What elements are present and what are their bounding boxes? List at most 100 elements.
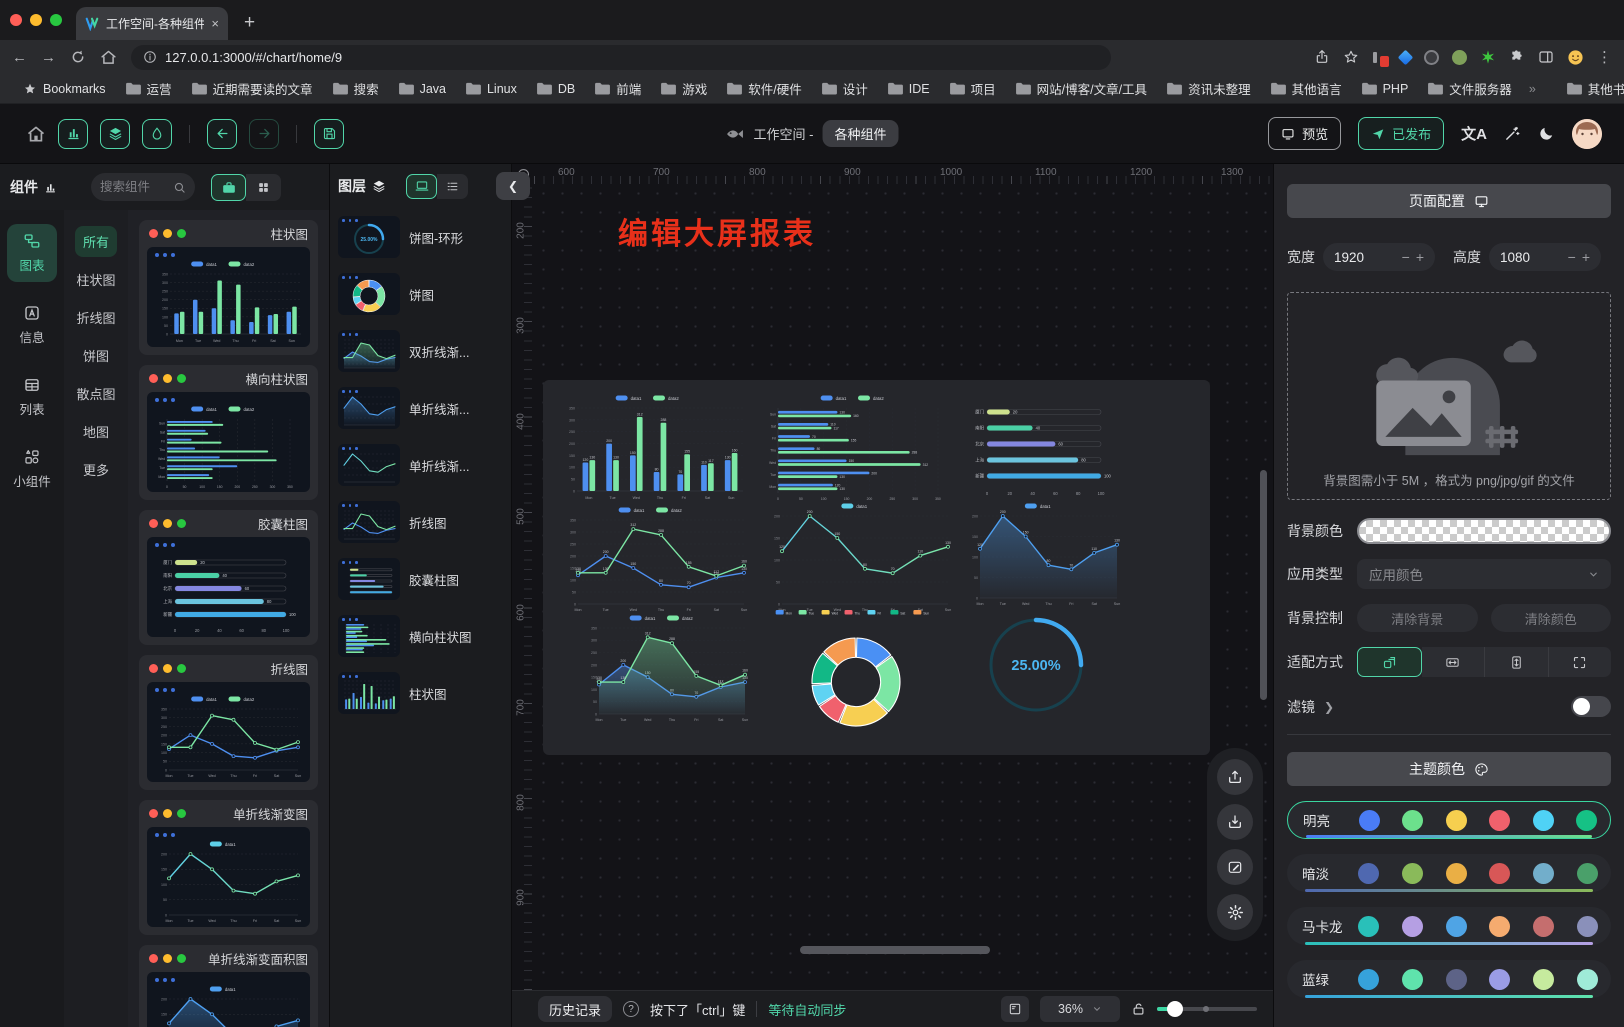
new-tab-button[interactable]: +: [244, 12, 255, 34]
theme-row-dim[interactable]: 暗淡: [1287, 854, 1611, 892]
window-close-button[interactable]: [10, 14, 22, 26]
site-info-icon[interactable]: [143, 50, 157, 64]
slider-knob[interactable]: [1167, 1001, 1183, 1017]
layer-item-double-line-area[interactable]: 双折线渐...: [338, 330, 503, 372]
user-avatar[interactable]: [1572, 119, 1602, 149]
bookmark-folder[interactable]: 软件/硬件: [718, 76, 810, 101]
theme-row-bright[interactable]: 明亮: [1287, 801, 1611, 839]
component-card-capsule[interactable]: 胶囊柱图 厦门20南阳40北京60上海80新疆100020406080100: [139, 510, 318, 645]
theme-color-header[interactable]: 主题颜色: [1287, 752, 1611, 786]
height-input[interactable]: − +: [1489, 243, 1601, 271]
collapse-panel-button[interactable]: ❮: [496, 172, 530, 200]
extension-green-icon[interactable]: [1452, 50, 1467, 65]
tab-info[interactable]: 信息: [7, 296, 57, 354]
bookmark-folder[interactable]: 游戏: [652, 76, 716, 101]
profile-avatar-icon[interactable]: [1567, 49, 1584, 66]
extension-kite-icon[interactable]: [1398, 49, 1414, 65]
bookmark-folder[interactable]: 运营: [117, 76, 181, 101]
clear-color-button[interactable]: 清除颜色: [1491, 604, 1612, 632]
help-icon[interactable]: ?: [623, 1001, 639, 1017]
back-button[interactable]: ←: [12, 50, 27, 65]
increment-button[interactable]: +: [1582, 249, 1590, 265]
sidebar-icon[interactable]: [1538, 49, 1554, 65]
extension-star-icon[interactable]: [1480, 49, 1496, 65]
layer-item-pie[interactable]: 饼图: [338, 273, 503, 315]
browser-menu-icon[interactable]: ⋮: [1597, 50, 1612, 65]
category-line[interactable]: 折线图: [68, 302, 123, 333]
share-icon[interactable]: [1314, 49, 1330, 65]
layer-item-line[interactable]: 折线图: [338, 501, 503, 543]
extensions-puzzle-icon[interactable]: [1509, 49, 1525, 65]
fit-scale-button[interactable]: [1357, 647, 1422, 677]
clear-background-button[interactable]: 清除背景: [1357, 604, 1478, 632]
theme-row-bluegreen[interactable]: 蓝绿: [1287, 960, 1611, 998]
widget-bar-chart[interactable]: data1data2050100150200250300350MonTueWed…: [558, 392, 748, 502]
edit-button[interactable]: [1217, 849, 1253, 885]
layer-item-ring[interactable]: 25.00%饼图-环形: [338, 216, 503, 258]
publish-button[interactable]: 已发布: [1358, 117, 1444, 150]
component-card-bar[interactable]: 柱状图 data1data2050100150200250300350MonTu…: [139, 220, 318, 355]
bookmark-folder[interactable]: PHP: [1353, 79, 1418, 99]
layer-item-single-line-gradient[interactable]: 单折线渐...: [338, 444, 503, 486]
app-type-dropdown[interactable]: 应用颜色: [1357, 559, 1611, 589]
widget-line-chart[interactable]: data1data2050100150200250300350MonTueWed…: [560, 504, 752, 614]
component-card-hbar[interactable]: 横向柱状图 data1data2050100150200250300350Mon…: [139, 365, 318, 500]
layer-view-thumbnail-button[interactable]: [406, 174, 437, 199]
category-scatter[interactable]: 散点图: [68, 378, 123, 409]
fit-width-button[interactable]: [1422, 647, 1486, 677]
widget-capsule-chart[interactable]: 厦门20南阳40北京60上海80新疆100020406080100: [963, 396, 1121, 498]
bookmark-folder[interactable]: Java: [390, 79, 455, 99]
magic-wand-icon[interactable]: [1504, 125, 1521, 142]
bookmark-star-icon[interactable]: [1343, 49, 1359, 65]
width-value[interactable]: [1334, 250, 1380, 265]
bookmark-folder[interactable]: Linux: [457, 79, 526, 99]
window-minimize-button[interactable]: [30, 14, 42, 26]
decrement-button[interactable]: −: [1568, 249, 1576, 265]
dark-mode-moon-icon[interactable]: [1538, 125, 1555, 142]
theme-row-macaron[interactable]: 马卡龙: [1287, 907, 1611, 945]
category-all[interactable]: 所有: [75, 226, 117, 257]
settings-button[interactable]: [1217, 894, 1253, 930]
component-view-toolbox-button[interactable]: [211, 174, 246, 201]
increment-button[interactable]: +: [1416, 249, 1424, 265]
undo-button[interactable]: [207, 119, 237, 149]
component-card-line-area[interactable]: 单折线渐变面积图 data1050100150200MonTueWedThuFr…: [139, 945, 318, 1027]
bookmark-folder[interactable]: 设计: [813, 76, 877, 101]
category-map[interactable]: 地图: [75, 416, 117, 447]
other-bookmarks[interactable]: 其他书签: [1558, 76, 1624, 101]
widget-area-chart[interactable]: data1data2050100150200250300350MonTueWed…: [581, 612, 753, 724]
export-button[interactable]: [1217, 759, 1253, 795]
category-pie[interactable]: 饼图: [75, 340, 117, 371]
tab-charts[interactable]: 图表: [7, 224, 57, 282]
fit-stretch-button[interactable]: [1549, 647, 1612, 677]
home-button[interactable]: [100, 49, 117, 66]
layer-item-hbar[interactable]: 横向柱状图: [338, 615, 503, 657]
dashboard-title-text[interactable]: 编辑大屏报表: [618, 209, 816, 253]
layout-panel-button[interactable]: [1001, 996, 1029, 1022]
extension-circle-icon[interactable]: [1424, 50, 1439, 65]
bookmarks-overflow-button[interactable]: »: [1523, 82, 1542, 96]
bookmark-folder[interactable]: 近期需要读的文章: [183, 76, 322, 101]
layer-item-single-line-gradient[interactable]: 单折线渐...: [338, 387, 503, 429]
decrement-button[interactable]: −: [1402, 249, 1410, 265]
widget-progress-ring[interactable]: 25.00%: [981, 604, 1091, 722]
tab-list[interactable]: 列表: [7, 368, 57, 426]
layer-item-bar[interactable]: 柱状图: [338, 672, 503, 714]
height-value[interactable]: [1500, 250, 1546, 265]
dashboard-board[interactable]: data1data2050100150200250300350MonTueWed…: [543, 380, 1210, 755]
layers-panel-toggle-button[interactable]: [100, 119, 130, 149]
layer-item-capsule[interactable]: 胶囊柱图: [338, 558, 503, 600]
tab-widgets[interactable]: 小组件: [7, 440, 57, 498]
workspace-name[interactable]: 各种组件: [822, 120, 898, 147]
language-toggle-icon[interactable]: 文A: [1461, 123, 1487, 144]
import-button[interactable]: [1217, 804, 1253, 840]
forward-button[interactable]: →: [41, 50, 56, 65]
category-more[interactable]: 更多: [75, 454, 117, 485]
category-bar[interactable]: 柱状图: [68, 264, 123, 295]
reload-button[interactable]: [70, 49, 86, 65]
filter-toggle[interactable]: [1571, 696, 1611, 717]
bookmark-folder[interactable]: IDE: [879, 79, 939, 99]
extension-g-icon[interactable]: [1372, 50, 1387, 65]
bookmarks-manager[interactable]: Bookmarks: [14, 79, 115, 99]
component-card-line-gradient[interactable]: 单折线渐变图 data1050100150200MonTueWedThuFriS…: [139, 800, 318, 935]
